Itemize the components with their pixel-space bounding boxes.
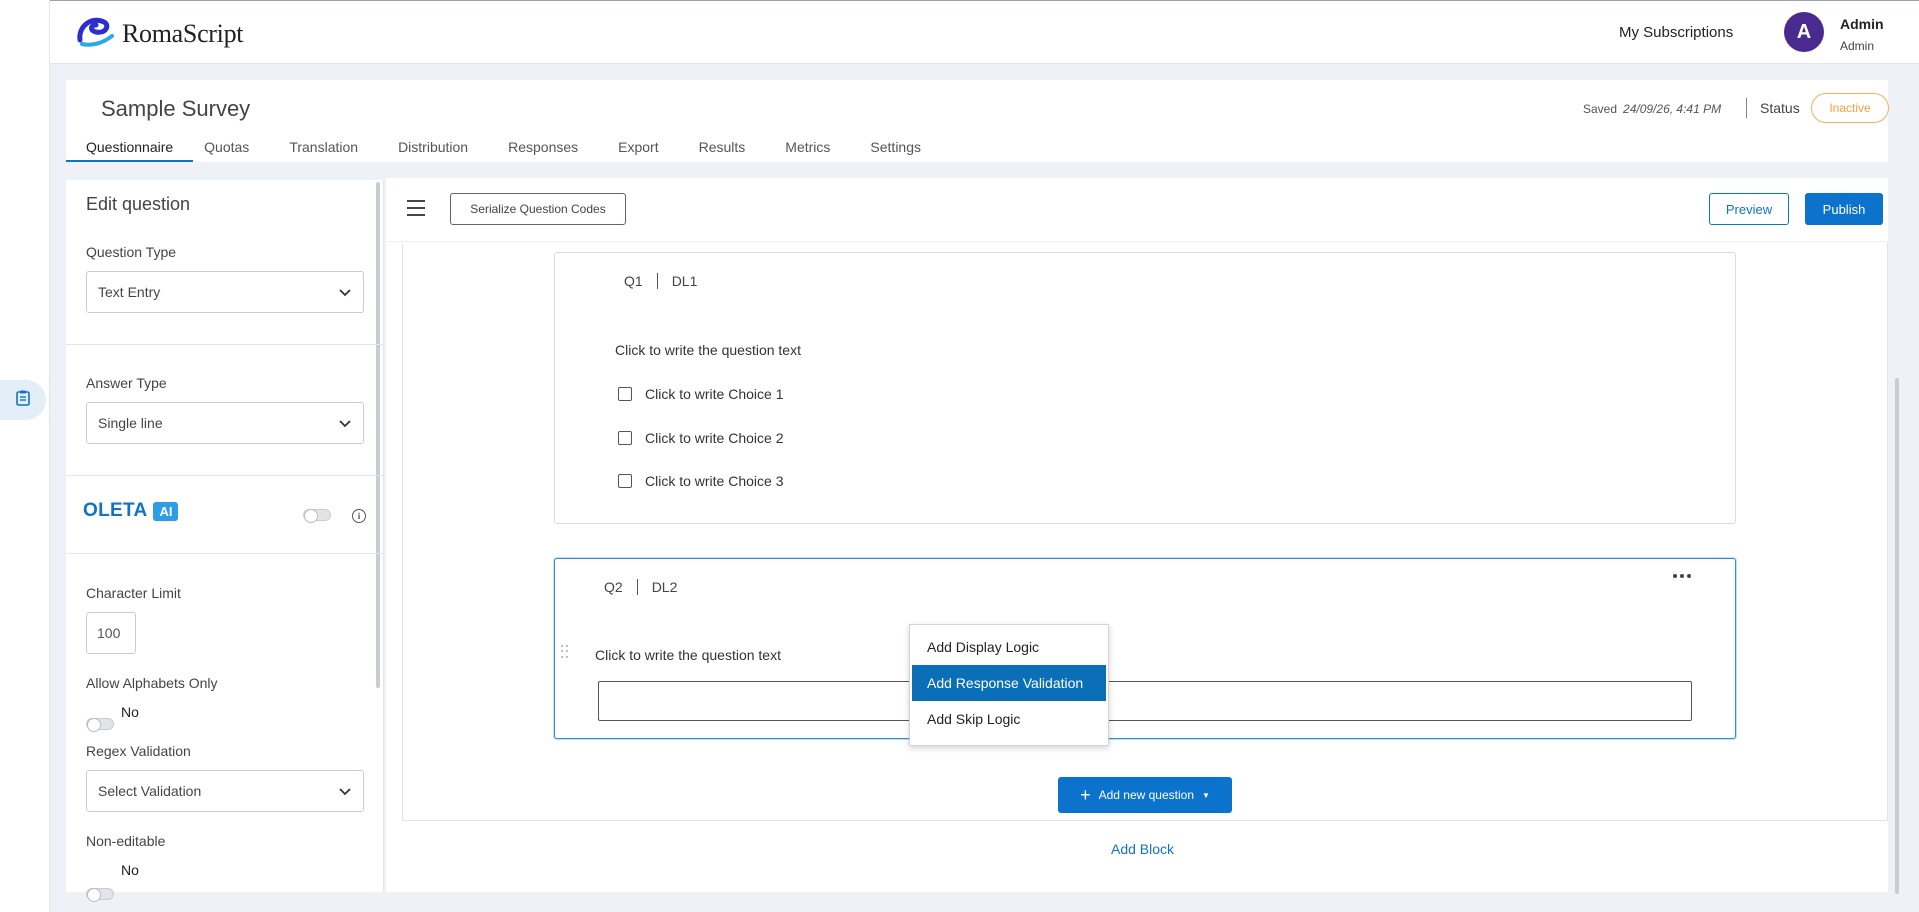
ai-badge: AI xyxy=(153,501,179,521)
text-entry-box[interactable] xyxy=(598,681,1692,721)
choice-label: Click to write Choice 2 xyxy=(645,430,784,446)
logo[interactable]: RomaScript xyxy=(76,14,244,53)
tab-questionnaire[interactable]: Questionnaire xyxy=(66,136,194,162)
caret-down-icon: ▼ xyxy=(1202,790,1210,800)
regex-validation-placeholder: Select Validation xyxy=(98,783,202,799)
allow-alphabets-toggle[interactable] xyxy=(86,718,114,732)
character-limit-input[interactable]: 100 xyxy=(86,612,136,654)
choice-label: Click to write Choice 3 xyxy=(645,473,784,489)
serialize-question-codes-button[interactable]: Serialize Question Codes xyxy=(450,193,626,225)
tab-export[interactable]: Export xyxy=(598,136,678,162)
chevron-down-icon xyxy=(339,284,351,300)
question-code: Q2 DL2 xyxy=(604,579,677,595)
survey-tabs: Questionnaire Quotas Translation Distrib… xyxy=(66,136,941,162)
non-editable-value: No xyxy=(121,862,139,878)
edit-question-title: Edit question xyxy=(86,194,191,214)
question-type-value: Text Entry xyxy=(98,284,161,300)
choice-label: Click to write Choice 1 xyxy=(645,386,784,402)
drag-handle-icon[interactable] xyxy=(561,645,569,659)
publish-button[interactable]: Publish xyxy=(1805,193,1883,225)
chevron-down-icon xyxy=(339,415,351,431)
saved-info: Saved 24/09/26, 4:41 PM xyxy=(1583,102,1721,116)
regex-validation-select[interactable]: Select Validation xyxy=(86,770,364,812)
saved-time: 24/09/26, 4:41 PM xyxy=(1623,102,1722,116)
plus-icon: + xyxy=(1080,785,1091,805)
question-text[interactable]: Click to write the question text xyxy=(595,647,781,663)
add-block-link[interactable]: Add Block xyxy=(1111,841,1174,857)
choice-item[interactable]: Click to write Choice 1 xyxy=(618,386,784,402)
chevron-down-icon xyxy=(339,783,351,799)
question-id: Q1 xyxy=(624,273,643,289)
panel-scrollbar[interactable] xyxy=(376,182,380,688)
checkbox[interactable] xyxy=(618,431,632,445)
answer-type-value: Single line xyxy=(98,415,163,431)
oleta-ai-label: OLETA AI xyxy=(83,500,179,522)
saved-label: Saved xyxy=(1583,102,1618,116)
menu-item-add-skip-logic[interactable]: Add Skip Logic xyxy=(912,701,1106,737)
survey-title: Sample Survey xyxy=(101,96,251,121)
question-text[interactable]: Click to write the question text xyxy=(615,342,801,358)
tab-distribution[interactable]: Distribution xyxy=(378,136,488,162)
more-options-icon[interactable] xyxy=(1673,574,1691,578)
info-icon[interactable]: i xyxy=(352,509,366,523)
regex-validation-label: Regex Validation xyxy=(86,743,191,759)
divider xyxy=(66,553,384,554)
allow-alphabets-value: No xyxy=(121,704,139,720)
rail-item-questionnaire[interactable] xyxy=(0,380,46,420)
logo-text: RomaScript xyxy=(122,18,244,48)
avatar[interactable]: A xyxy=(1784,12,1824,52)
answer-type-label: Answer Type xyxy=(86,375,167,391)
divider xyxy=(1746,98,1747,118)
menu-item-add-response-validation[interactable]: Add Response Validation xyxy=(912,665,1106,701)
clipboard-icon xyxy=(16,390,30,411)
user-role: Admin xyxy=(1840,39,1875,53)
status-label: Status xyxy=(1760,100,1800,116)
tab-results[interactable]: Results xyxy=(679,136,766,162)
tab-metrics[interactable]: Metrics xyxy=(765,136,850,162)
oleta-text: OLETA xyxy=(83,500,148,521)
tab-translation[interactable]: Translation xyxy=(269,136,378,162)
tab-settings[interactable]: Settings xyxy=(850,136,941,162)
menu-item-add-display-logic[interactable]: Add Display Logic xyxy=(912,629,1106,665)
answer-type-select[interactable]: Single line xyxy=(86,402,364,444)
allow-alphabets-label: Allow Alphabets Only xyxy=(86,675,218,691)
question-options-menu: Add Display Logic Add Response Validatio… xyxy=(909,624,1109,746)
add-new-question-label: Add new question xyxy=(1098,788,1194,802)
non-editable-label: Non-editable xyxy=(86,833,166,849)
question-id: Q2 xyxy=(604,579,623,595)
left-rail xyxy=(0,0,50,912)
oleta-ai-toggle[interactable] xyxy=(303,509,331,523)
choice-item[interactable]: Click to write Choice 3 xyxy=(618,473,784,489)
add-new-question-button[interactable]: + Add new question ▼ xyxy=(1058,777,1232,813)
divider xyxy=(66,344,384,345)
checkbox[interactable] xyxy=(618,387,632,401)
status-badge[interactable]: Inactive xyxy=(1811,93,1889,123)
non-editable-toggle[interactable] xyxy=(86,888,114,902)
character-limit-label: Character Limit xyxy=(86,585,181,601)
display-logic-id: DL1 xyxy=(671,273,698,289)
preview-button[interactable]: Preview xyxy=(1709,193,1789,225)
question-type-select[interactable]: Text Entry xyxy=(86,271,364,313)
display-logic-id: DL2 xyxy=(651,579,678,595)
tab-quotas[interactable]: Quotas xyxy=(193,136,269,162)
divider xyxy=(66,475,384,476)
question-type-label: Question Type xyxy=(86,244,177,260)
main-scrollbar[interactable] xyxy=(1895,378,1899,894)
menu-icon[interactable] xyxy=(407,200,425,216)
choice-item[interactable]: Click to write Choice 2 xyxy=(618,430,784,446)
tab-responses[interactable]: Responses xyxy=(488,136,598,162)
question-code: Q1 DL1 xyxy=(624,273,697,289)
logo-mark-icon xyxy=(76,14,116,53)
user-name: Admin xyxy=(1840,16,1884,32)
checkbox[interactable] xyxy=(618,474,632,488)
my-subscriptions-link[interactable]: My Subscriptions xyxy=(1619,24,1733,41)
